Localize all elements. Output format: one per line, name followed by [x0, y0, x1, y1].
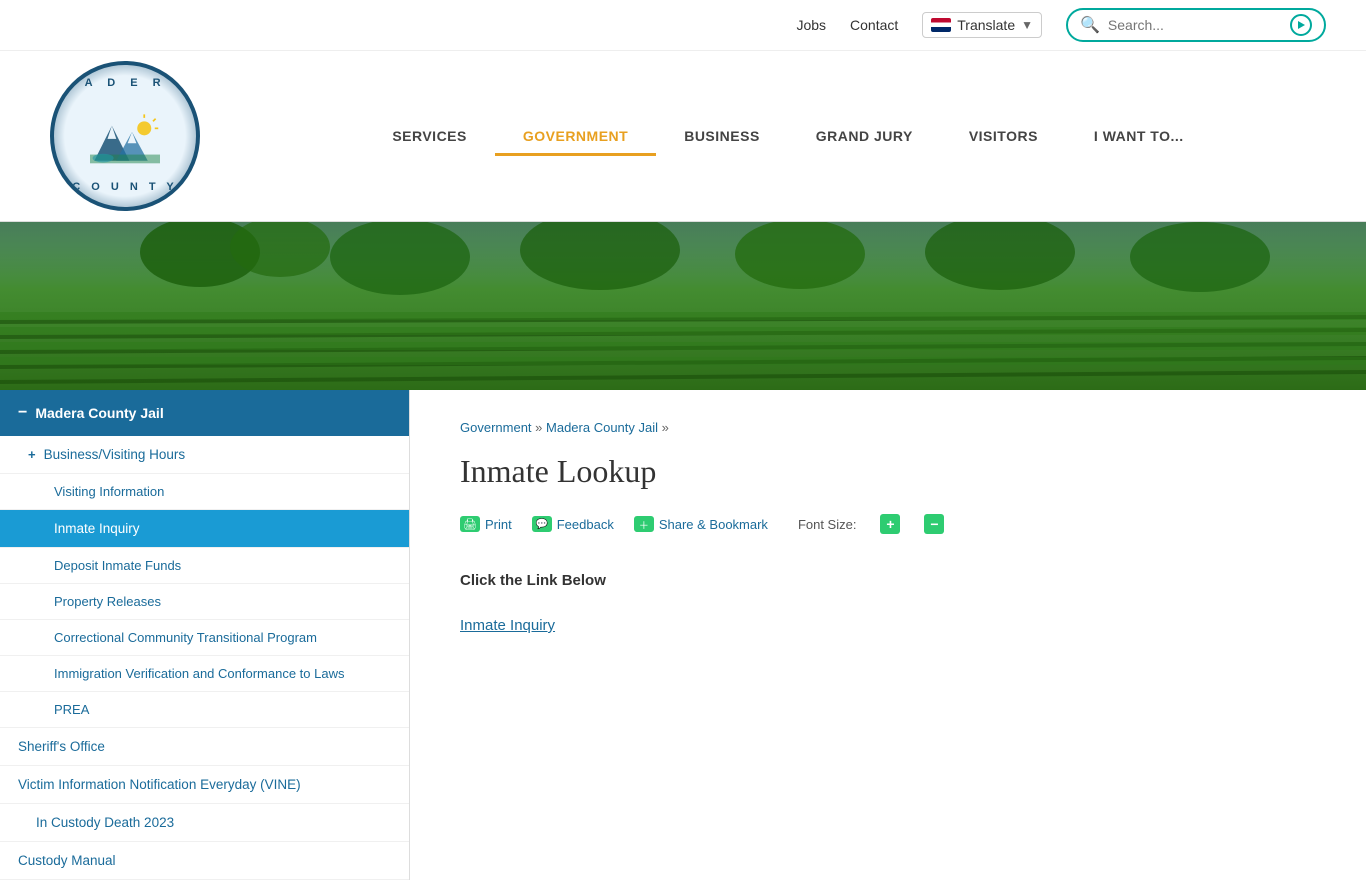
sidebar-item-label: Inmate Inquiry	[54, 521, 140, 536]
font-increase-button[interactable]: +	[880, 514, 900, 534]
jobs-link[interactable]: Jobs	[796, 17, 826, 33]
page-title: Inmate Lookup	[460, 453, 1316, 490]
search-submit-button[interactable]	[1290, 14, 1312, 36]
logo-mountain-icon	[90, 111, 160, 171]
main-content: Government » Madera County Jail » Inmate…	[410, 390, 1366, 880]
translate-chevron-icon: ▼	[1021, 18, 1033, 32]
sidebar-item-label: PREA	[54, 702, 89, 717]
nav-visitors[interactable]: VISITORS	[941, 118, 1066, 154]
sidebar: − Madera County Jail + Business/Visiting…	[0, 390, 410, 880]
logo-area: M A D E R A C O U N T Y	[40, 61, 210, 211]
feedback-button[interactable]: 💬 Feedback	[532, 516, 614, 532]
feedback-label: Feedback	[557, 517, 614, 532]
sidebar-item-immigration[interactable]: Immigration Verification and Conformance…	[0, 656, 409, 692]
breadcrumb-separator2: »	[662, 420, 669, 435]
contact-link[interactable]: Contact	[850, 17, 898, 33]
sidebar-main-item-label: Madera County Jail	[35, 405, 163, 421]
print-button[interactable]: 🖨 Print	[460, 516, 512, 532]
breadcrumb-government[interactable]: Government	[460, 420, 532, 435]
nav-services[interactable]: SERVICES	[364, 118, 495, 154]
font-decrease-button[interactable]: −	[924, 514, 944, 534]
nav-i-want-to[interactable]: I WANT TO...	[1066, 118, 1212, 154]
sidebar-item-label: Immigration Verification and Conformance…	[54, 666, 344, 681]
breadcrumb-separator: »	[535, 420, 546, 435]
sidebar-item-label: Business/Visiting Hours	[44, 447, 186, 462]
main-nav: SERVICES GOVERNMENT BUSINESS GRAND JURY …	[250, 118, 1326, 154]
sidebar-item-label: Custody Manual	[18, 853, 116, 868]
search-arrow-icon	[1290, 14, 1312, 36]
sidebar-item-custody-manual[interactable]: Custody Manual	[0, 842, 409, 880]
font-size-label: Font Size:	[798, 517, 857, 532]
sidebar-item-label: Visiting Information	[54, 484, 164, 499]
expand-icon: +	[28, 447, 36, 462]
share-label: Share & Bookmark	[659, 517, 768, 532]
sidebar-item-property[interactable]: Property Releases	[0, 584, 409, 620]
translate-flag-icon	[931, 18, 951, 32]
sidebar-item-deposit[interactable]: Deposit Inmate Funds	[0, 548, 409, 584]
sidebar-item-label: In Custody Death 2023	[36, 815, 174, 830]
breadcrumb-jail[interactable]: Madera County Jail	[546, 420, 658, 435]
share-button[interactable]: ＋ Share & Bookmark	[634, 516, 768, 532]
search-icon: 🔍	[1080, 15, 1100, 35]
logo-text-bottom: C O U N T Y	[72, 181, 178, 193]
sidebar-item-label: Correctional Community Transitional Prog…	[54, 630, 317, 645]
content-body: Click the Link Below Inmate Inquiry	[460, 572, 1316, 634]
hero-banner	[0, 222, 1366, 390]
translate-label: Translate	[957, 17, 1015, 33]
sidebar-item-vine[interactable]: Victim Information Notification Everyday…	[0, 766, 409, 804]
logo-text-top: M A D E R A	[61, 77, 189, 89]
nav-grand-jury[interactable]: GRAND JURY	[788, 118, 941, 154]
sidebar-item-in-custody-death[interactable]: In Custody Death 2023	[0, 804, 409, 842]
collapse-icon: −	[18, 404, 27, 422]
sidebar-item-visiting-info[interactable]: Visiting Information	[0, 474, 409, 510]
logo: M A D E R A C O U N T Y	[50, 61, 200, 211]
sidebar-item-business-visiting[interactable]: + Business/Visiting Hours	[0, 436, 409, 474]
instruction-text: Click the Link Below	[460, 572, 1316, 589]
content-wrapper: − Madera County Jail + Business/Visiting…	[0, 390, 1366, 880]
share-icon: ＋	[634, 516, 654, 532]
print-label: Print	[485, 517, 512, 532]
toolbar: 🖨 Print 💬 Feedback ＋ Share & Bookmark Fo…	[460, 514, 1316, 544]
sidebar-item-inmate-inquiry[interactable]: Inmate Inquiry	[0, 510, 409, 548]
sidebar-item-prea[interactable]: PREA	[0, 692, 409, 728]
sidebar-item-label: Victim Information Notification Everyday…	[18, 777, 301, 792]
top-bar: Jobs Contact Translate ▼ 🔍	[0, 0, 1366, 51]
sidebar-item-correctional[interactable]: Correctional Community Transitional Prog…	[0, 620, 409, 656]
search-form: 🔍	[1066, 8, 1326, 42]
sidebar-item-label: Sheriff's Office	[18, 739, 105, 754]
nav-business[interactable]: BUSINESS	[656, 118, 788, 154]
inmate-inquiry-link[interactable]: Inmate Inquiry	[460, 617, 555, 634]
sidebar-main-item-jail[interactable]: − Madera County Jail	[0, 390, 409, 436]
translate-button[interactable]: Translate ▼	[922, 12, 1042, 38]
sidebar-item-sheriff[interactable]: Sheriff's Office	[0, 728, 409, 766]
print-icon: 🖨	[460, 516, 480, 532]
nav-government[interactable]: GOVERNMENT	[495, 118, 656, 154]
hero-vineyard-svg	[0, 222, 1366, 390]
feedback-icon: 💬	[532, 516, 552, 532]
breadcrumb: Government » Madera County Jail »	[460, 420, 1316, 435]
sidebar-item-label: Property Releases	[54, 594, 161, 609]
search-input[interactable]	[1108, 17, 1282, 33]
sidebar-item-label: Deposit Inmate Funds	[54, 558, 181, 573]
header: M A D E R A C O U N T Y SERVIC	[0, 51, 1366, 222]
